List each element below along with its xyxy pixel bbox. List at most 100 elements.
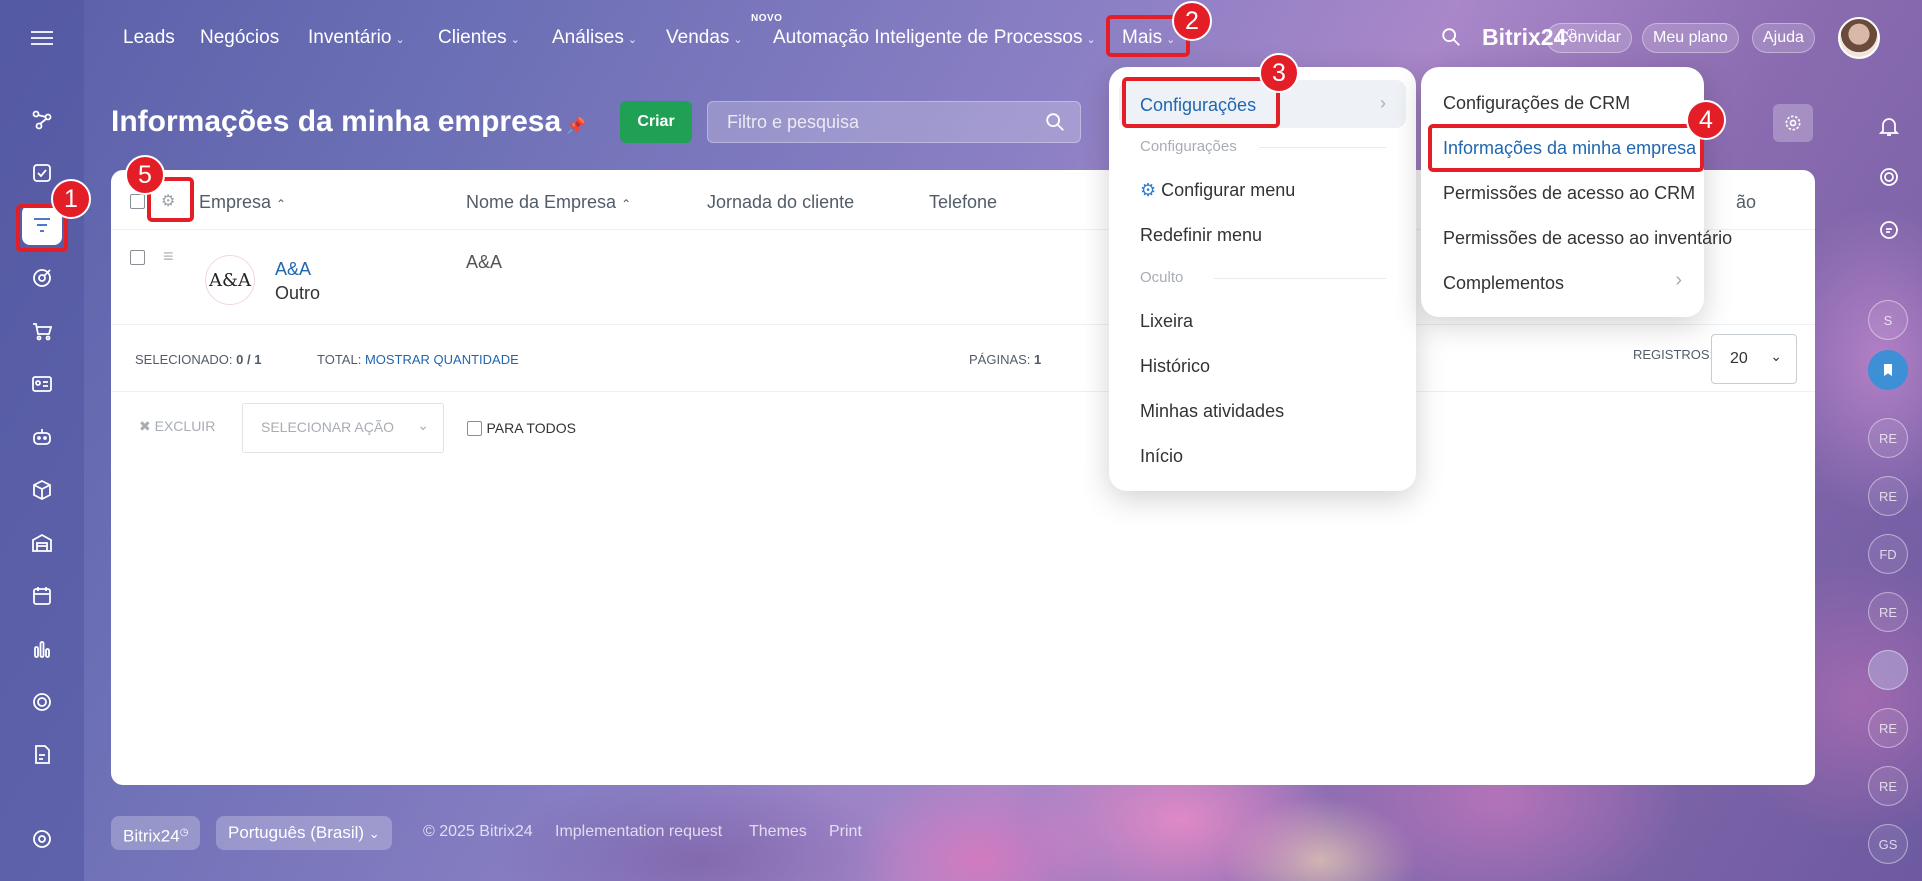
menu-item-inicio[interactable]: Início: [1140, 446, 1183, 467]
company-name-cell: A&A: [466, 252, 503, 272]
select-all-checkbox[interactable]: [130, 194, 145, 209]
nav-leads[interactable]: Leads: [123, 27, 175, 49]
total-counter: TOTAL: MOSTRAR QUANTIDADE: [317, 352, 519, 367]
user-avatar[interactable]: [1838, 17, 1880, 59]
chevron-down-icon: ⌄: [417, 417, 429, 433]
submenu-item-crm-permissions[interactable]: Permissões de acesso ao CRM: [1443, 183, 1695, 204]
menu-item-lixeira[interactable]: Lixeira: [1140, 311, 1193, 332]
menu-burger-icon[interactable]: [22, 18, 62, 58]
pages-counter: PÁGINAS: 1: [969, 352, 1042, 367]
records-per-page-select[interactable]: 20 ⌄: [1711, 334, 1797, 384]
column-header-telefone[interactable]: Telefone: [929, 192, 997, 213]
submenu-item-complementos[interactable]: Complementos: [1443, 273, 1564, 294]
list-footer: SELECIONADO: 0 / 1 TOTAL: MOSTRAR QUANTI…: [111, 325, 1815, 391]
filter-placeholder: Filtro e pesquisa: [727, 112, 860, 132]
invite-button[interactable]: Convidar: [1546, 23, 1633, 53]
box-icon[interactable]: [22, 470, 62, 510]
column-header-jornada[interactable]: Jornada do cliente: [707, 192, 854, 213]
menu-section-configuracoes: Configurações: [1140, 138, 1237, 155]
nav-clientes[interactable]: Clientes ⌄: [438, 27, 520, 49]
left-sidebar: [0, 0, 84, 881]
chat-avatar[interactable]: RE: [1868, 592, 1908, 632]
nav-analises[interactable]: Análises ⌄: [552, 27, 637, 49]
annotation-box-4: [1428, 124, 1704, 172]
nav-inventario[interactable]: Inventário ⌄: [308, 27, 405, 49]
page-title: Informações da minha empresa: [111, 105, 562, 138]
footer-bitrix24-button[interactable]: Bitrix24◷: [111, 816, 201, 850]
pin-icon[interactable]: 📌: [566, 116, 586, 136]
language-selector[interactable]: Português (Brasil) ⌄: [216, 816, 392, 850]
nav-vendas[interactable]: Vendas ⌄: [666, 27, 743, 49]
submenu-item-crm-settings[interactable]: Configurações de CRM: [1443, 93, 1630, 114]
my-plan-button[interactable]: Meu plano: [1642, 23, 1739, 53]
chevron-down-icon: ⌄: [733, 34, 743, 46]
copilot-icon[interactable]: [1877, 165, 1901, 189]
submenu-item-inventory-permissions[interactable]: Permissões de acesso ao inventário: [1443, 228, 1732, 249]
chat-avatar[interactable]: FD: [1868, 534, 1908, 574]
bookmark-icon[interactable]: [1868, 350, 1908, 390]
chat-avatar[interactable]: GS: [1868, 824, 1908, 864]
create-button[interactable]: Criar: [620, 101, 692, 143]
company-link[interactable]: A&A: [275, 259, 311, 280]
search-icon[interactable]: [1440, 26, 1462, 48]
menu-item-configurar-menu[interactable]: ⚙ Configurar menu: [1140, 180, 1295, 201]
nav-automacao[interactable]: Automação Inteligente de Processos ⌄: [773, 27, 1096, 49]
crm-flow-icon[interactable]: [22, 100, 62, 140]
for-all-option[interactable]: PARA TODOS: [467, 420, 576, 438]
chat-avatar[interactable]: RE: [1868, 766, 1908, 806]
footer-link-print[interactable]: Print: [829, 823, 862, 841]
integrations-icon[interactable]: [22, 682, 62, 722]
chat-avatar[interactable]: RE: [1868, 418, 1908, 458]
menu-item-minhas-atividades[interactable]: Minhas atividades: [1140, 401, 1284, 422]
chat-avatar[interactable]: RE: [1868, 708, 1908, 748]
gear-icon: [1785, 115, 1801, 131]
nav-negocios[interactable]: Negócios: [200, 27, 279, 49]
target-icon[interactable]: [22, 258, 62, 298]
column-header-nome-empresa[interactable]: Nome da Empresa ⌃: [466, 192, 631, 213]
chat-avatar-image[interactable]: [1868, 650, 1908, 690]
bell-icon[interactable]: [1877, 114, 1901, 138]
chevron-down-icon: ⌄: [395, 34, 405, 46]
chevron-right-icon: ›: [1675, 269, 1682, 291]
right-sidebar: S RE RE FD RE RE RE GS: [1856, 76, 1922, 881]
configuracoes-submenu: Configurações de CRM Informações da minh…: [1421, 67, 1732, 317]
document-edit-icon[interactable]: [22, 735, 62, 775]
help-button[interactable]: Ajuda: [1752, 23, 1815, 53]
company-type: Outro: [275, 283, 321, 303]
column-header-partial[interactable]: ão: [1736, 192, 1756, 213]
top-navigation: Leads Negócios Inventário ⌄ Clientes ⌄ Aná…: [84, 0, 1922, 76]
chat-sync-icon[interactable]: [1877, 218, 1901, 242]
menu-section-oculto: Oculto: [1140, 269, 1184, 286]
search-icon[interactable]: [1044, 111, 1066, 133]
settings-gear-icon[interactable]: [22, 819, 62, 859]
chat-avatar[interactable]: RE: [1868, 476, 1908, 516]
cart-icon[interactable]: [22, 311, 62, 351]
show-quantity-link[interactable]: MOSTRAR QUANTIDADE: [365, 352, 519, 367]
delete-button[interactable]: ✖ EXCLUIR: [139, 418, 215, 435]
chat-avatar[interactable]: S: [1868, 300, 1908, 340]
footer-link-implementation[interactable]: Implementation request: [555, 823, 722, 841]
annotation-badge-3: 3: [1259, 53, 1299, 93]
warehouse-icon[interactable]: [22, 523, 62, 563]
calendar-icon[interactable]: [22, 576, 62, 616]
select-action-dropdown[interactable]: SELECIONAR AÇÃO ⌄: [242, 403, 444, 453]
records-label: REGISTROS:: [1633, 347, 1714, 362]
robot-icon[interactable]: [22, 417, 62, 457]
annotation-badge-4: 4: [1686, 100, 1726, 140]
drag-handle-icon[interactable]: ≡: [163, 246, 174, 267]
for-all-checkbox[interactable]: [467, 421, 482, 437]
menu-item-redefinir-menu[interactable]: Redefinir menu: [1140, 225, 1262, 246]
analytics-bars-icon[interactable]: [22, 629, 62, 669]
footer-link-themes[interactable]: Themes: [749, 823, 807, 841]
column-header-empresa[interactable]: Empresa ⌃: [199, 192, 286, 213]
filter-search-input[interactable]: Filtro e pesquisa: [707, 101, 1081, 143]
chevron-down-icon: ⌄: [510, 34, 520, 46]
menu-item-historico[interactable]: Histórico: [1140, 356, 1210, 377]
mais-dropdown-menu: Configurações › Configurações ⚙ Configur…: [1109, 67, 1416, 491]
contact-card-icon[interactable]: [22, 364, 62, 404]
list-settings-button[interactable]: [1773, 104, 1813, 142]
gear-icon: ⚙: [1140, 180, 1157, 200]
chevron-down-icon: ⌄: [1086, 34, 1096, 46]
row-checkbox[interactable]: [130, 250, 145, 265]
menu-separator: [1259, 147, 1386, 148]
